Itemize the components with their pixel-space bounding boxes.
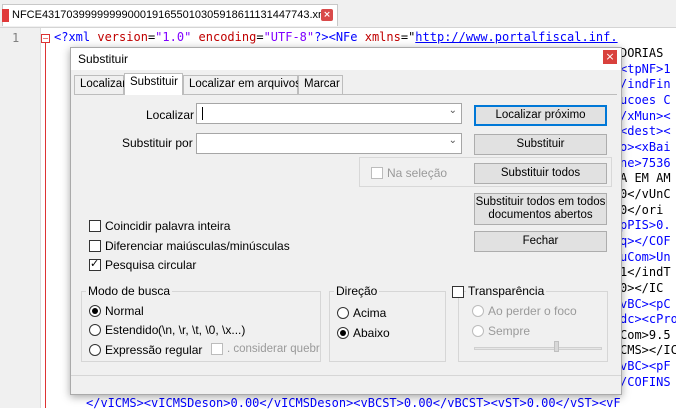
direction-title: Direção bbox=[334, 284, 380, 298]
fold-toggle-icon[interactable]: − bbox=[41, 34, 50, 43]
text-cursor bbox=[202, 107, 203, 120]
code-fragment: vBC><pF bbox=[620, 359, 671, 374]
code-fragment: /xMun>< bbox=[620, 108, 671, 123]
code-fragment: dc><cPro bbox=[620, 312, 676, 327]
in-selection-label: Na seleção bbox=[387, 166, 448, 180]
fold-line bbox=[45, 43, 46, 408]
tab-marcar[interactable]: Marcar bbox=[298, 75, 343, 94]
code-fragment: q></COF bbox=[620, 233, 671, 248]
replace-label: Substituir por : bbox=[122, 136, 200, 150]
find-combobox[interactable]: ⌄ bbox=[196, 103, 462, 124]
transparency-always-radio[interactable] bbox=[472, 325, 484, 337]
tab-localizar[interactable]: Localizar bbox=[74, 75, 126, 94]
code-fragment: 0></IC bbox=[620, 280, 664, 295]
code-fragment: vBC><pC bbox=[620, 296, 671, 311]
code-fragment: CMS></IC bbox=[620, 343, 676, 358]
code-right-column: DORIAS <tpNF>1/indFin ucoes C/xMun>< <dest>… bbox=[620, 46, 676, 390]
transparency-on-blur-label: Ao perder o foco bbox=[488, 304, 577, 318]
replace-all-open-docs-button[interactable]: Substituir todos em todos documentos abe… bbox=[474, 193, 607, 225]
search-mode-extended-hint: (\n, \r, \t, \0, \x...) bbox=[158, 323, 246, 337]
search-mode-normal-label: Normal bbox=[105, 304, 144, 318]
chevron-down-icon[interactable]: ⌄ bbox=[449, 105, 457, 116]
code-line-1[interactable]: <?xml version="1.0" encoding="UTF-8"?><N… bbox=[54, 30, 618, 46]
close-button[interactable]: Fechar bbox=[474, 231, 607, 252]
search-mode-extended-radio[interactable] bbox=[89, 324, 101, 336]
line-number: 1 bbox=[12, 31, 20, 45]
code-fragment: 0</ori bbox=[620, 202, 664, 217]
dialog-status-bar bbox=[71, 375, 621, 394]
dialog-title: Substituir bbox=[78, 52, 129, 66]
code-fragment: <tpNF>1 bbox=[620, 61, 671, 76]
tab-localizar-em-arquivos[interactable]: Localizar em arquivos bbox=[183, 75, 301, 94]
search-mode-normal-radio[interactable] bbox=[89, 305, 101, 317]
replace-all-open-docs-line2: documentos abertos bbox=[488, 209, 593, 221]
replace-button[interactable]: Substituir bbox=[474, 134, 607, 155]
code-fragment: /COFINS bbox=[620, 374, 671, 389]
replace-combobox[interactable]: ⌄ bbox=[196, 133, 462, 154]
match-case-label: Diferenciar maiúsculas/minúsculas bbox=[105, 239, 290, 253]
code-fragment: /indFin bbox=[620, 77, 671, 92]
code-fragment: uCom>Un bbox=[620, 249, 671, 264]
code-fragment: DORIAS bbox=[620, 46, 664, 60]
transparency-slider-thumb[interactable] bbox=[554, 341, 559, 352]
chevron-down-icon[interactable]: ⌄ bbox=[449, 135, 457, 146]
transparency-always-label: Sempre bbox=[488, 324, 531, 338]
file-tab[interactable]: NFCE431703999999990001916550103059186111… bbox=[2, 4, 338, 26]
code-fragment: 1</indT bbox=[620, 265, 671, 280]
search-mode-regex-label: Expressão regular bbox=[105, 343, 203, 357]
find-label: Localizar : bbox=[146, 108, 201, 122]
line-number-gutter: 1 bbox=[0, 28, 41, 408]
code-fragment: o><xBai bbox=[620, 139, 671, 154]
direction-up-label: Acima bbox=[353, 306, 387, 320]
transparency-title: Transparência bbox=[466, 284, 547, 298]
code-fragment: pPIS>0. bbox=[620, 218, 671, 233]
code-fragment: ne>7536 bbox=[620, 155, 671, 170]
wrap-around-label: Pesquisa circular bbox=[105, 258, 197, 272]
wrap-around-checkbox[interactable] bbox=[89, 257, 101, 271]
file-tab-name: NFCE431703999999990001916550103059186111… bbox=[12, 9, 330, 21]
match-case-checkbox[interactable] bbox=[89, 240, 101, 252]
code-fragment: A EM AM bbox=[620, 171, 671, 186]
close-tab-icon[interactable]: × bbox=[321, 9, 333, 21]
search-mode-title: Modo de busca bbox=[86, 284, 173, 298]
direction-down-label: Abaixo bbox=[353, 326, 390, 340]
tab-substituir[interactable]: Substituir bbox=[124, 73, 183, 95]
in-selection-checkbox[interactable] bbox=[371, 167, 383, 179]
find-next-button[interactable]: Localizar próximo bbox=[474, 105, 607, 126]
transparency-on-blur-radio[interactable] bbox=[472, 305, 484, 317]
transparency-slider-track[interactable] bbox=[474, 347, 602, 350]
whole-word-label: Coincidir palavra inteira bbox=[105, 219, 231, 233]
transparency-checkbox[interactable] bbox=[452, 286, 464, 298]
direction-down-radio[interactable] bbox=[337, 327, 349, 339]
whole-word-checkbox[interactable] bbox=[89, 220, 101, 232]
search-mode-extended-label: Estendido bbox=[105, 323, 159, 337]
code-fragment: ucoes C bbox=[620, 92, 671, 107]
dot-newline-checkbox[interactable] bbox=[211, 343, 223, 355]
code-fragment: 0</vUnC bbox=[620, 186, 671, 201]
code-fragment: Com>9.5 bbox=[620, 327, 671, 342]
editor-tab-bar: NFCE431703999999990001916550103059186111… bbox=[0, 0, 676, 28]
code-fragment: <dest>< bbox=[620, 124, 671, 139]
direction-up-radio[interactable] bbox=[337, 307, 349, 319]
dialog-close-button[interactable]: × bbox=[603, 50, 617, 64]
dialog-titlebar[interactable]: Substituir × bbox=[71, 48, 621, 70]
file-modified-icon bbox=[2, 9, 9, 22]
replace-all-button[interactable]: Substituir todos bbox=[474, 163, 607, 184]
replace-all-open-docs-line1: Substituir todos em todos bbox=[475, 196, 606, 208]
dot-newline-label: . considerar quebr bbox=[227, 343, 320, 355]
search-mode-regex-radio[interactable] bbox=[89, 344, 101, 356]
